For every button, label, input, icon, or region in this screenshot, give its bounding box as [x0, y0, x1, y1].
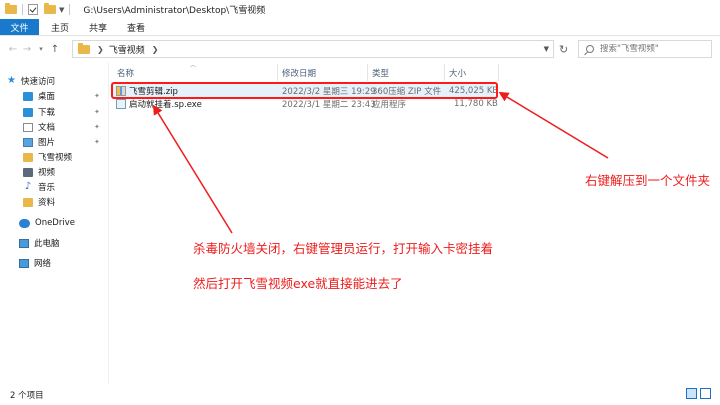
sidebar-item-label: 飞雪视频 — [38, 153, 73, 163]
large-icons-view-icon[interactable] — [700, 388, 711, 399]
video-icon — [23, 167, 33, 177]
chevron-down-icon[interactable]: ▼ — [544, 45, 549, 53]
pin-icon[interactable]: ✦ — [94, 138, 100, 146]
quick-access-toolbar: ▼ — [0, 0, 75, 19]
sidebar-item-network[interactable]: 网络 — [19, 256, 127, 270]
sidebar-item-label: OneDrive — [35, 218, 75, 228]
sidebar-item-label: 视频 — [38, 168, 56, 178]
sidebar-item-label: 快速访问 — [21, 77, 56, 87]
sidebar-item-music[interactable]: ♪ 音乐 — [23, 180, 131, 194]
sidebar-item-quick-access[interactable]: ★ 快速访问 — [6, 74, 114, 88]
search-box[interactable] — [578, 40, 712, 58]
picture-icon — [23, 137, 33, 147]
recent-chevron-icon[interactable]: ▾ — [34, 45, 48, 53]
column-header-size[interactable]: 大小 — [449, 66, 466, 80]
sidebar-item-label: 文档 — [38, 123, 56, 133]
tab-home[interactable]: 主页 — [39, 19, 79, 35]
file-modified: 2022/3/1 星期二 23:43 — [282, 99, 376, 110]
toolbar-divider — [22, 4, 23, 15]
music-icon: ♪ — [24, 181, 32, 192]
sidebar-item-label: 桌面 — [38, 92, 56, 102]
column-header-name[interactable]: 名称 — [117, 66, 134, 80]
search-input[interactable] — [600, 44, 710, 54]
sort-chevron-icon: ︿ — [190, 62, 197, 69]
column-divider[interactable] — [367, 64, 368, 81]
folder-icon — [23, 152, 33, 162]
forward-arrow-icon[interactable]: → — [20, 44, 34, 55]
pin-icon[interactable]: ✦ — [94, 108, 100, 116]
file-name: 启动就挂着.sp.exe — [129, 99, 202, 110]
annotation-extract-note: 右键解压到一个文件夹 — [585, 173, 711, 188]
item-count: 2 个项目 — [10, 390, 44, 401]
column-header-type[interactable]: 类型 — [372, 66, 389, 80]
annotation-step-2: 然后打开飞雪视频exe就直接能进去了 — [193, 276, 403, 291]
column-divider[interactable] — [277, 64, 278, 81]
breadcrumb-current[interactable]: 飞雪视频 — [109, 43, 145, 56]
folder-icon — [5, 3, 17, 14]
desktop-icon — [23, 91, 33, 101]
breadcrumb-chevron-icon[interactable]: ❯ — [97, 45, 104, 54]
sidebar-item-label: 下载 — [38, 108, 56, 118]
annotation-step-1: 杀毒防火墙关闭，右键管理员运行，打开输入卡密挂着 — [193, 241, 494, 256]
network-icon — [19, 258, 29, 268]
sidebar-item-label: 网络 — [34, 259, 52, 269]
sidebar-item-label: 此电脑 — [34, 239, 60, 249]
sidebar-item-onedrive[interactable]: OneDrive — [19, 216, 127, 230]
pin-icon[interactable]: ✦ — [94, 92, 100, 100]
folder-icon — [78, 42, 90, 54]
sidebar-item-feixue-video[interactable]: 飞雪视频 — [23, 150, 131, 164]
sidebar-item-documents[interactable]: 文档 ✦ — [23, 120, 131, 134]
window-title: G:\Users\Administrator\Desktop\飞雪视频 — [83, 6, 266, 16]
sidebar-item-this-pc[interactable]: 此电脑 — [19, 236, 127, 250]
annotation-highlight-box — [111, 82, 498, 99]
ribbon-tabs: 文件 主页 共享 查看 — [0, 19, 720, 36]
new-folder-icon[interactable] — [44, 3, 56, 14]
title-bar: ▼ G:\Users\Administrator\Desktop\飞雪视频 — [0, 0, 720, 19]
up-arrow-icon[interactable]: ↑ — [48, 44, 62, 55]
star-icon: ★ — [7, 75, 16, 86]
tab-view[interactable]: 查看 — [117, 19, 155, 35]
sidebar-item-label: 资料 — [38, 198, 56, 208]
sidebar-item-videos[interactable]: 视频 — [23, 165, 131, 179]
sidebar-item-pictures[interactable]: 图片 ✦ — [23, 135, 131, 149]
refresh-icon[interactable]: ↻ — [559, 43, 568, 56]
sidebar-item-label: 音乐 — [38, 183, 56, 193]
details-view-icon[interactable] — [686, 388, 697, 399]
toolbar-divider — [69, 4, 71, 15]
tab-file[interactable]: 文件 — [0, 19, 39, 35]
exe-file-icon — [116, 98, 126, 109]
column-divider[interactable] — [498, 64, 499, 81]
annotation-arrow-right — [498, 91, 609, 159]
file-size: 11,780 KB — [454, 98, 498, 109]
navigation-pane: ★ 快速访问 桌面 ✦ 下载 ✦ 文档 ✦ 图片 ✦ 飞雪视频 视频 ♪ 音乐 … — [0, 70, 108, 380]
pc-icon — [19, 238, 29, 248]
cloud-icon — [19, 218, 30, 228]
navigation-bar: ← → ▾ ↑ ❯ 飞雪视频 ❯ ▼ ↻ — [0, 37, 720, 61]
sidebar-item-materials[interactable]: 资料 — [23, 195, 131, 209]
column-divider[interactable] — [444, 64, 445, 81]
chevron-down-icon[interactable]: ▼ — [59, 6, 64, 14]
search-icon — [586, 45, 594, 53]
annotation-arrow-left — [152, 104, 233, 234]
properties-icon[interactable] — [28, 4, 38, 15]
address-bar[interactable]: ❯ 飞雪视频 ❯ ▼ — [72, 40, 554, 58]
file-type: 应用程序 — [372, 99, 407, 110]
breadcrumb-chevron-icon[interactable]: ❯ — [152, 45, 159, 54]
pane-divider[interactable] — [108, 62, 109, 384]
sidebar-item-label: 图片 — [38, 138, 56, 148]
back-arrow-icon[interactable]: ← — [6, 44, 20, 55]
status-bar: 2 个项目 — [0, 384, 720, 405]
pin-icon[interactable]: ✦ — [94, 123, 100, 131]
download-icon — [23, 107, 33, 117]
column-header-modified[interactable]: 修改日期 — [282, 66, 316, 80]
document-icon — [23, 122, 33, 132]
folder-icon — [23, 197, 33, 207]
tab-share[interactable]: 共享 — [79, 19, 117, 35]
